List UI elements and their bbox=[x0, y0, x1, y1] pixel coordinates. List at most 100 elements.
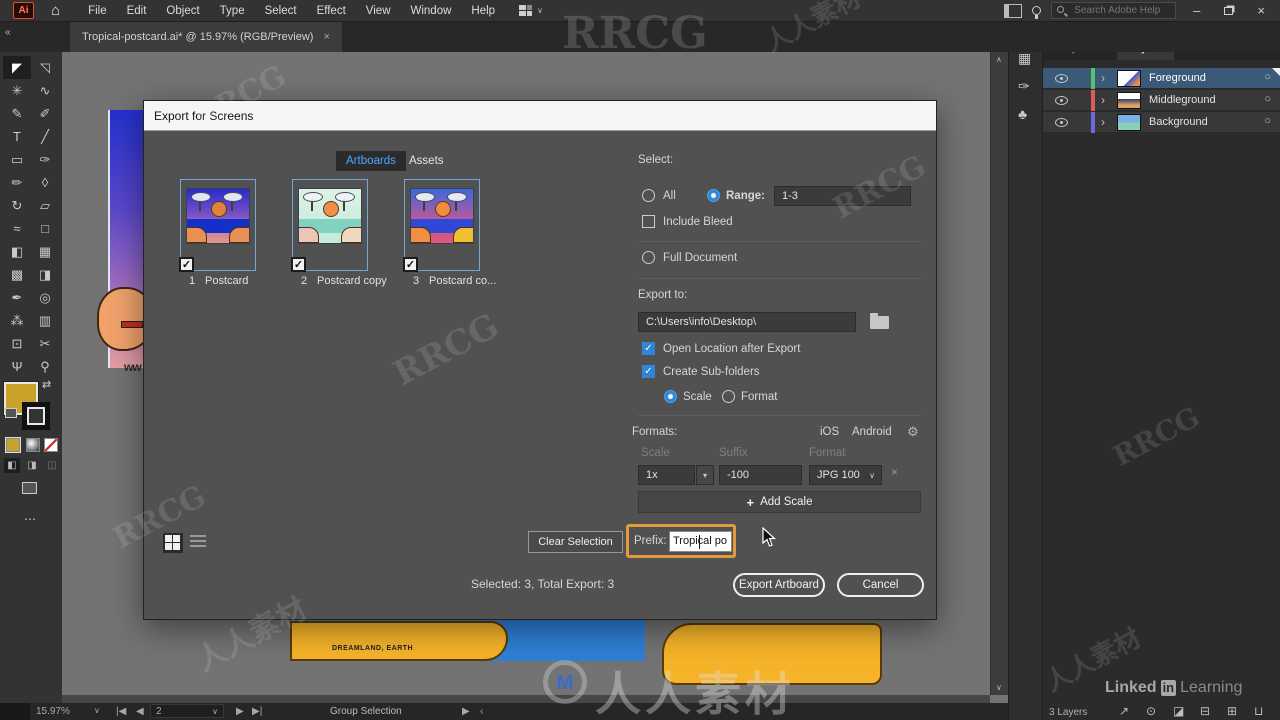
color-button[interactable] bbox=[5, 437, 21, 453]
menu-file[interactable]: File bbox=[78, 0, 117, 22]
status-play-icon[interactable]: ▶ bbox=[462, 706, 470, 717]
range-input[interactable]: 1-3 bbox=[774, 186, 911, 206]
tool-lasso-icon[interactable]: ∿ bbox=[31, 79, 59, 102]
artboard-navigation-field[interactable]: 2 ∨ bbox=[150, 704, 224, 718]
vertical-scrollbar[interactable]: ∧ ∨ bbox=[990, 52, 1008, 695]
radio-subfolder-scale[interactable] bbox=[664, 390, 677, 403]
trash-icon[interactable]: ⊔ bbox=[1254, 704, 1263, 718]
tool-mesh-icon[interactable]: ▩ bbox=[3, 263, 31, 286]
export-path-input[interactable]: C:\Users\info\Desktop\ bbox=[638, 312, 856, 332]
last-artboard-icon[interactable]: ▶| bbox=[252, 706, 262, 717]
artboard-thumb-1[interactable]: ✓ bbox=[179, 179, 256, 272]
collapse-toolbar-icon[interactable]: « bbox=[5, 27, 11, 38]
menu-type[interactable]: Type bbox=[210, 0, 255, 22]
scroll-down-icon[interactable]: ∨ bbox=[996, 683, 1002, 692]
menu-window[interactable]: Window bbox=[401, 0, 462, 22]
tool-eyedropper-icon[interactable]: ✒ bbox=[3, 286, 31, 309]
clipping-mask-icon[interactable]: ◪ bbox=[1173, 704, 1184, 718]
workspace-switcher-icon[interactable] bbox=[519, 5, 533, 16]
tool-blend-icon[interactable]: ◎ bbox=[31, 286, 59, 309]
expand-chevron-icon[interactable]: › bbox=[1101, 71, 1105, 85]
tool-gradient-icon[interactable]: ◨ bbox=[31, 263, 59, 286]
menu-object[interactable]: Object bbox=[156, 0, 209, 22]
none-button[interactable] bbox=[44, 438, 58, 452]
gradient-button[interactable] bbox=[26, 438, 40, 452]
artboard-2-checkbox[interactable]: ✓ bbox=[291, 257, 306, 272]
window-close-button[interactable]: × bbox=[1250, 3, 1272, 18]
scale-value-field[interactable]: 1x bbox=[638, 465, 695, 485]
window-minimize-button[interactable]: – bbox=[1186, 3, 1207, 18]
tool-shape-builder-icon[interactable]: ◧ bbox=[3, 240, 31, 263]
open-location-checkbox[interactable]: ✓ bbox=[642, 342, 655, 355]
expand-chevron-icon[interactable]: › bbox=[1101, 93, 1105, 107]
tool-scale-icon[interactable]: ▱ bbox=[31, 194, 59, 217]
tool-type-icon[interactable]: T bbox=[3, 125, 31, 148]
visibility-eye-icon[interactable] bbox=[1055, 96, 1068, 105]
tool-selection-icon[interactable]: ◤ bbox=[3, 56, 31, 79]
radio-all[interactable] bbox=[642, 189, 655, 202]
prev-artboard-icon[interactable]: ◀ bbox=[136, 706, 144, 717]
tool-free-transform-icon[interactable]: □ bbox=[31, 217, 59, 240]
tool-column-graph-icon[interactable]: ▥ bbox=[31, 309, 59, 332]
visibility-eye-icon[interactable] bbox=[1055, 74, 1068, 83]
locate-object-icon[interactable]: ⊙ bbox=[1146, 704, 1156, 718]
suffix-field[interactable]: -100 bbox=[719, 465, 802, 485]
tab-artboards[interactable]: Artboards bbox=[336, 151, 406, 171]
scroll-up-icon[interactable]: ∧ bbox=[996, 55, 1002, 64]
target-circle-icon[interactable]: ○ bbox=[1264, 115, 1271, 127]
layer-row-foreground[interactable]: › Foreground ○ bbox=[1043, 68, 1280, 89]
dialog-title-bar[interactable]: Export for Screens bbox=[144, 101, 936, 131]
zoom-chevron-icon[interactable]: ∨ bbox=[94, 706, 100, 715]
tool-shaper-icon[interactable]: ✏ bbox=[3, 171, 31, 194]
artboard-3-checkbox[interactable]: ✓ bbox=[403, 257, 418, 272]
artboard-dropdown-icon[interactable]: ∨ bbox=[212, 707, 218, 716]
new-layer-icon[interactable]: ⊞ bbox=[1227, 704, 1237, 718]
draw-behind-icon[interactable]: ◨ bbox=[24, 458, 40, 473]
format-select[interactable]: JPG 100 ∨ bbox=[809, 465, 882, 485]
layer-row-background[interactable]: › Background ○ bbox=[1043, 112, 1280, 133]
prefix-input[interactable]: Tropical po bbox=[669, 531, 732, 552]
first-artboard-icon[interactable]: |◀ bbox=[116, 706, 126, 717]
visibility-eye-icon[interactable] bbox=[1055, 118, 1068, 127]
tool-symbol-sprayer-icon[interactable]: ⁂ bbox=[3, 309, 31, 332]
discover-lightbulb-icon[interactable] bbox=[1032, 6, 1042, 19]
tool-paintbrush-icon[interactable]: ✑ bbox=[31, 148, 59, 171]
document-tab-close-icon[interactable]: × bbox=[323, 31, 329, 43]
tool-rotate-icon[interactable]: ↻ bbox=[3, 194, 31, 217]
include-bleed-checkbox[interactable] bbox=[642, 215, 655, 228]
swap-fill-stroke-icon[interactable]: ⇄ bbox=[42, 378, 51, 391]
tool-line-segment-icon[interactable]: ╱ bbox=[31, 125, 59, 148]
collapsed-panel-brushes-icon[interactable]: ✑ bbox=[1018, 78, 1030, 95]
target-circle-icon[interactable]: ○ bbox=[1264, 93, 1271, 105]
default-fill-stroke-icon[interactable] bbox=[5, 408, 17, 418]
menu-effect[interactable]: Effect bbox=[307, 0, 356, 22]
tool-slice-icon[interactable]: ✂ bbox=[31, 332, 59, 355]
tool-eraser-icon[interactable]: ◊ bbox=[31, 171, 59, 194]
layer-row-middleground[interactable]: › Middleground ○ bbox=[1043, 90, 1280, 111]
menu-help[interactable]: Help bbox=[461, 0, 505, 22]
browse-folder-icon[interactable] bbox=[870, 313, 889, 329]
arrange-documents-icon[interactable] bbox=[1004, 3, 1023, 18]
collapsed-panel-symbols-icon[interactable]: ♣ bbox=[1018, 106, 1027, 122]
scale-dropdown-icon[interactable]: ▾ bbox=[696, 465, 714, 485]
tool-hand-icon[interactable]: Ψ bbox=[3, 355, 31, 378]
tool-zoom-icon[interactable]: ⚲ bbox=[31, 355, 59, 378]
radio-full-document[interactable] bbox=[642, 251, 655, 264]
tool-width-icon[interactable]: ≈ bbox=[3, 217, 31, 240]
artboard-thumb-2[interactable]: ✓ bbox=[291, 179, 368, 272]
menu-view[interactable]: View bbox=[356, 0, 401, 22]
tool-magic-wand-icon[interactable]: ✳ bbox=[3, 79, 31, 102]
android-preset-button[interactable]: Android bbox=[852, 426, 892, 438]
collect-export-icon[interactable]: ↗ bbox=[1119, 704, 1129, 718]
remove-format-icon[interactable]: × bbox=[891, 467, 898, 479]
draw-normal-icon[interactable]: ◧ bbox=[4, 458, 20, 473]
horizontal-scrollbar[interactable] bbox=[62, 695, 990, 703]
clear-selection-button[interactable]: Clear Selection bbox=[528, 531, 623, 553]
home-icon[interactable]: ⌂ bbox=[51, 2, 60, 19]
workspace-chevron-icon[interactable]: ∨ bbox=[537, 6, 543, 15]
draw-inside-icon[interactable]: ◫ bbox=[44, 458, 60, 473]
status-back-icon[interactable]: ‹ bbox=[480, 706, 483, 717]
radio-range[interactable] bbox=[707, 189, 720, 202]
zoom-level[interactable]: 15.97% bbox=[36, 706, 70, 717]
tool-curvature-icon[interactable]: ✐ bbox=[31, 102, 59, 125]
